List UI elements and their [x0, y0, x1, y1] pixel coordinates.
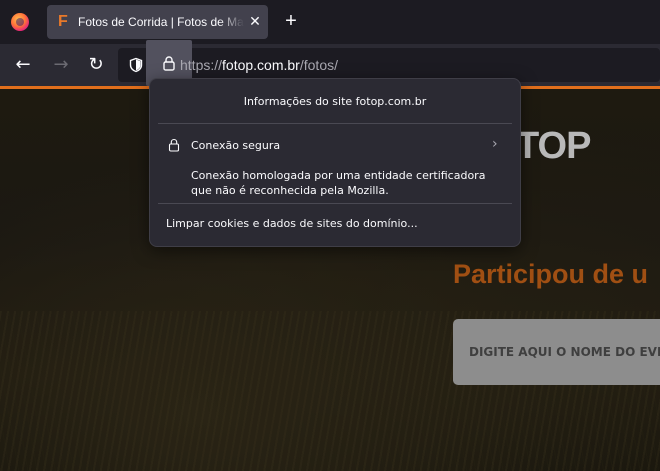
- reload-button[interactable]: ↻: [85, 54, 107, 76]
- back-button[interactable]: ←: [12, 54, 34, 76]
- url-bar[interactable]: https://fotop.com.br/fotos/: [118, 40, 660, 86]
- lock-icon: [163, 56, 175, 71]
- url-host: fotop.com.br: [222, 57, 300, 73]
- firefox-logo-icon[interactable]: [11, 13, 29, 31]
- url-text[interactable]: https://fotop.com.br/fotos/: [180, 57, 338, 73]
- connection-security-row[interactable]: Conexão segura ›: [158, 133, 512, 159]
- connection-secure-label: Conexão segura: [191, 139, 281, 152]
- site-favicon-icon: F: [58, 13, 68, 30]
- forward-button[interactable]: →: [50, 54, 72, 76]
- connection-description-line: que não é reconhecida pela Mozilla.: [191, 184, 389, 197]
- tab-active[interactable]: F Fotos de Corrida | Fotos de Maratonas …: [47, 5, 268, 39]
- tab-strip: F Fotos de Corrida | Fotos de Maratonas …: [0, 0, 660, 44]
- tab-title: Fotos de Corrida | Fotos de Maratonas: [78, 15, 244, 29]
- tab-close-icon[interactable]: ✕: [248, 14, 262, 30]
- url-scheme: https://: [180, 57, 223, 73]
- connection-description-line: Conexão homologada por uma entidade cert…: [191, 169, 486, 182]
- site-logo[interactable]: TOP: [516, 125, 591, 168]
- clear-cookies-label: Limpar cookies e dados de sites do domín…: [166, 217, 418, 230]
- popup-divider: [158, 123, 512, 124]
- event-search-input[interactable]: [453, 319, 660, 385]
- connection-description: Conexão homologada por uma entidade cert…: [191, 168, 501, 198]
- new-tab-button[interactable]: +: [281, 11, 301, 31]
- page-headline: Participou de u: [453, 259, 649, 289]
- popup-title: Informações do site fotop.com.br: [243, 95, 427, 108]
- tracking-protection-shield-icon[interactable]: [128, 57, 144, 73]
- clear-cookies-button[interactable]: Limpar cookies e dados de sites do domín…: [158, 211, 512, 237]
- url-path: /fotos/: [299, 57, 338, 73]
- chevron-right-icon: ›: [492, 136, 498, 152]
- lock-icon: [168, 138, 180, 152]
- popup-divider: [158, 203, 512, 204]
- site-info-popup: Informações do site fotop.com.br Conexão…: [149, 78, 521, 247]
